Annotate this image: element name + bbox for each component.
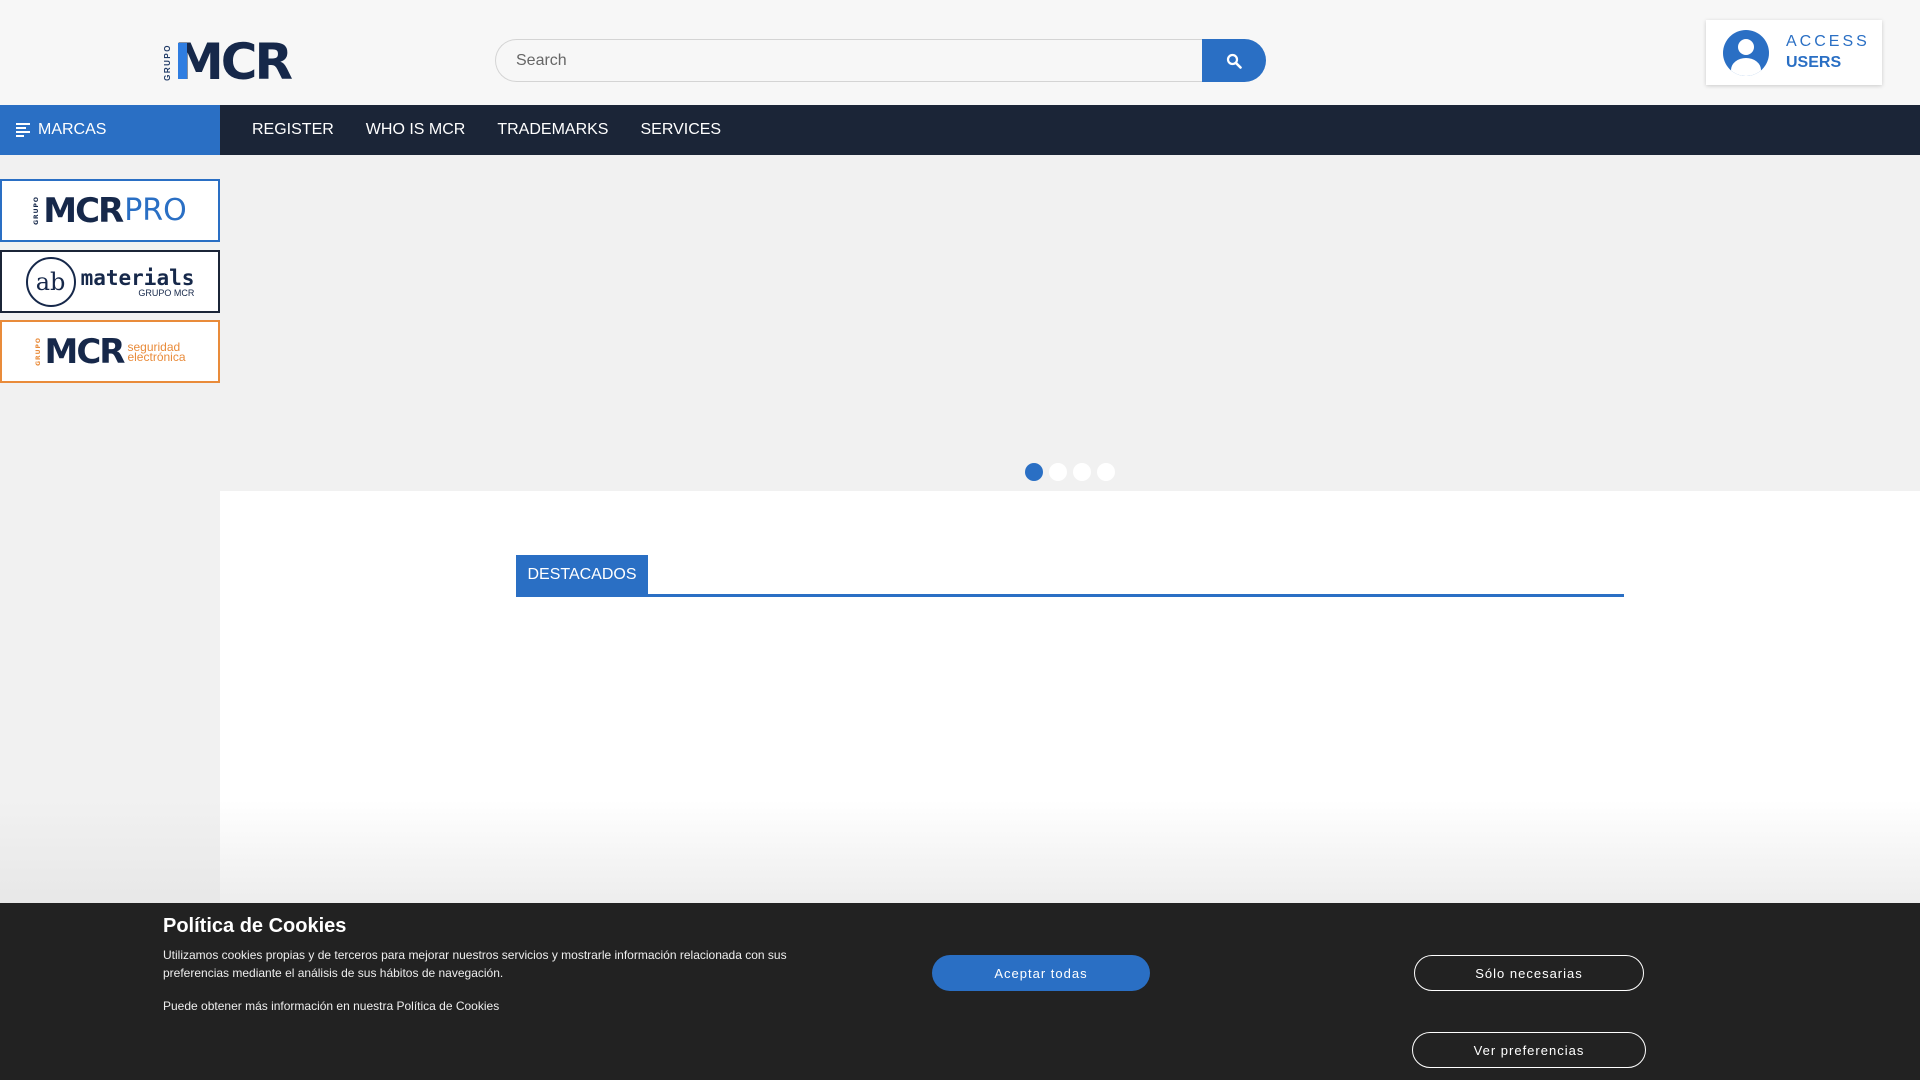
cookie-banner: Política de Cookies Utilizamos cookies p… [0,903,1920,1080]
site-header: GRUPO MCR ACCESS USERS [0,0,1920,105]
nav-item-who-is-mcr[interactable]: WHO IS MCR [366,121,466,139]
logo-grupo-text: GRUPO [163,43,172,81]
brands-sidebar: GRUPO MCR PRO ab materials GRUPO MCR GRU… [0,155,220,903]
ab-materials-logo: ab materials GRUPO MCR [25,256,195,307]
slider-dot-1[interactable] [1025,463,1043,481]
hero-slider [220,155,1920,491]
search-icon [1226,53,1242,69]
logo-mark: MCR [174,37,293,87]
marcas-label: MARCAS [38,121,107,138]
view-preferences-button[interactable]: Ver preferencias [1412,1032,1646,1068]
marcas-menu-button[interactable]: MARCAS [0,105,220,155]
logo-accent-bar [178,43,187,79]
brand-ab-materials[interactable]: ab materials GRUPO MCR [0,250,220,313]
brand-grupo-text: GRUPO [34,337,42,366]
user-avatar-icon [1723,29,1769,76]
slider-dot-2[interactable] [1049,463,1067,481]
cookie-title: Política de Cookies [163,915,347,937]
accept-all-button[interactable]: Aceptar todas [932,955,1150,991]
menu-icon [16,121,30,139]
logo-mark-text: MCR [174,33,293,91]
nav-items: REGISTER WHO IS MCR TRADEMARKS SERVICES [220,105,753,155]
brand-mark: MCR [43,190,124,231]
bottom-fade [0,800,1920,903]
necessary-only-button[interactable]: Sólo necesarias [1414,955,1644,991]
search-input[interactable] [495,39,1202,82]
access-label: ACCESS [1786,33,1870,50]
brand-mark: MCR [44,331,126,372]
brand-sub-2: electrónica [127,349,186,364]
slider-dot-4[interactable] [1097,463,1115,481]
nav-item-services[interactable]: SERVICES [640,121,721,139]
brand-mcr-seguridad[interactable]: GRUPO MCR seguridad electrónica [0,320,220,383]
cookie-text: Utilizamos cookies propias y de terceros… [163,948,787,980]
brand-word: materials [80,265,195,290]
nav-item-trademarks[interactable]: TRADEMARKS [497,121,608,139]
ab-circle: ab [25,256,76,307]
brand-suffix: PRO [124,193,187,228]
cookie-more-info[interactable]: Puede obtener más información en nuestra… [163,999,499,1013]
featured-underline [516,594,1624,597]
mcr-seguridad-logo: GRUPO MCR seguridad electrónica [35,332,186,372]
search-bar [495,39,1266,82]
slider-dot-3[interactable] [1073,463,1091,481]
nav-item-register[interactable]: REGISTER [252,121,334,139]
mcr-logo[interactable]: GRUPO MCR [163,37,315,87]
users-label: USERS [1786,54,1842,71]
main-nav: MARCAS REGISTER WHO IS MCR TRADEMARKS SE… [0,105,1920,155]
brand-mcr-pro[interactable]: GRUPO MCR PRO [0,179,220,242]
brand-grupo-text: GRUPO [33,196,41,225]
search-button[interactable] [1202,39,1266,82]
access-users-button[interactable]: ACCESS USERS [1706,20,1882,85]
tab-destacados[interactable]: DESTACADOS [516,555,648,595]
mcr-pro-logo: GRUPO MCR PRO [33,191,187,231]
brand-sub: GRUPO MCR [138,287,195,298]
slider-dots [1025,463,1121,481]
